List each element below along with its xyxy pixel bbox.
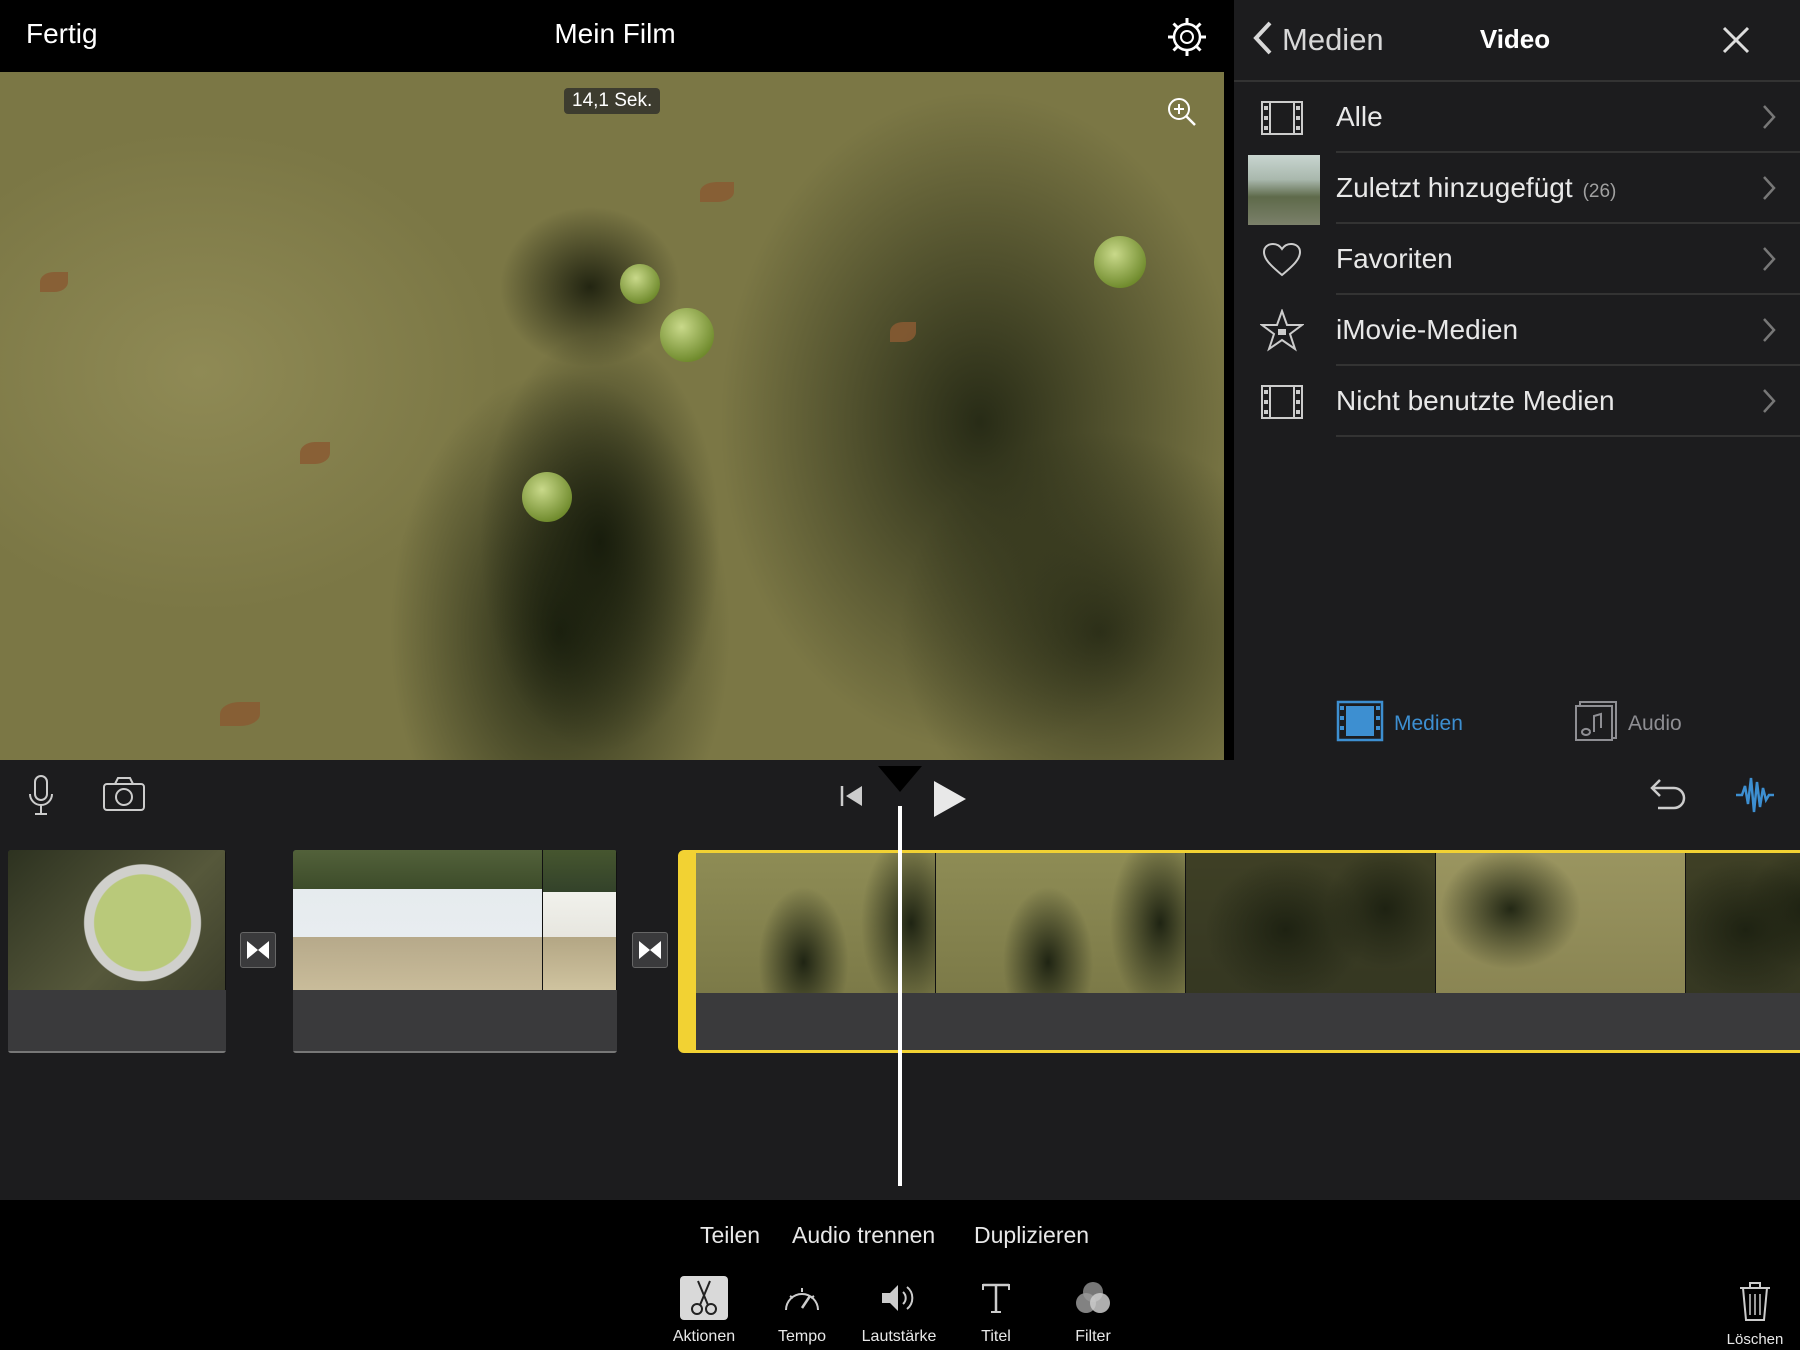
leaf-image <box>700 182 734 202</box>
chevron-right-icon <box>1762 104 1776 130</box>
timeline-clip[interactable] <box>293 850 617 1053</box>
clip-thumbnail <box>8 850 226 990</box>
clip-thumbnail <box>1686 853 1800 993</box>
star-icon <box>1254 303 1310 359</box>
chevron-right-icon <box>1762 246 1776 272</box>
media-row-label: iMovie-Medien <box>1336 314 1519 345</box>
playhead-handle[interactable] <box>878 766 922 792</box>
back-label: Medien <box>1282 22 1384 57</box>
playhead[interactable] <box>898 806 902 1186</box>
leaf-image <box>40 272 68 292</box>
clip-audio-track <box>696 994 1800 1050</box>
trash-icon <box>1710 1280 1800 1327</box>
close-icon[interactable] <box>1720 24 1752 56</box>
clip-thumbnails <box>293 850 617 990</box>
video-preview[interactable] <box>0 72 1224 760</box>
transition-icon[interactable] <box>240 932 276 968</box>
apple-image <box>1094 236 1146 288</box>
heart-icon <box>1254 232 1310 288</box>
detach-audio-button[interactable]: Audio trennen <box>792 1222 935 1249</box>
clip-thumbnails <box>8 850 226 990</box>
tool-label: Titel <box>981 1328 1011 1345</box>
tool-speed[interactable]: Tempo <box>752 1276 852 1346</box>
camera-icon[interactable] <box>102 776 146 817</box>
clip-thumbnail <box>936 853 1186 993</box>
waveform-icon[interactable] <box>1734 774 1776 821</box>
tab-label: Audio <box>1628 711 1682 735</box>
clip-audio-track <box>8 991 226 1053</box>
chevron-right-icon <box>1762 175 1776 201</box>
clip-thumbnail <box>543 850 617 990</box>
clip-thumbnail <box>1186 853 1436 993</box>
speaker-icon <box>875 1276 923 1320</box>
duplicate-button[interactable]: Duplizieren <box>974 1222 1089 1249</box>
media-row-label: Nicht benutzte Medien <box>1336 385 1615 416</box>
tool-label: Lautstärke <box>861 1328 937 1345</box>
selected-timeline-clip[interactable] <box>678 850 1800 1053</box>
film-strip-icon <box>1254 374 1310 430</box>
project-title: Mein Film <box>554 18 676 49</box>
media-row-all[interactable]: Alle <box>1246 82 1800 153</box>
zoom-in-icon[interactable] <box>1162 92 1202 132</box>
item-count: (26) <box>1582 181 1617 202</box>
leaf-image <box>300 442 330 464</box>
tab-media[interactable]: Medien <box>1336 700 1463 747</box>
media-row-recently-added[interactable]: Zuletzt hinzugefügt (26) <box>1246 153 1800 225</box>
gear-icon[interactable] <box>1166 16 1208 58</box>
tool-label: Aktionen <box>672 1328 736 1345</box>
music-note-icon <box>1574 700 1618 747</box>
media-row-imovie-media[interactable]: iMovie-Medien <box>1246 295 1800 366</box>
film-strip-icon <box>1254 90 1310 146</box>
leaf-image <box>890 322 916 342</box>
clip-thumbnail <box>293 850 543 990</box>
media-row-favorites[interactable]: Favoriten <box>1246 224 1800 295</box>
panel-title: Video <box>1479 24 1551 54</box>
tool-label: Filter <box>1075 1328 1111 1345</box>
undo-icon[interactable] <box>1646 774 1688 819</box>
split-button[interactable]: Teilen <box>700 1222 760 1249</box>
apple-image <box>660 308 714 362</box>
clip-thumbnails <box>696 853 1800 993</box>
title-icon <box>972 1276 1020 1320</box>
chevron-left-icon <box>1252 20 1274 61</box>
media-row-unused-media[interactable]: Nicht benutzte Medien <box>1246 366 1800 437</box>
timeline-clip[interactable] <box>8 850 226 1053</box>
tool-label: Tempo <box>777 1328 827 1345</box>
microphone-icon[interactable] <box>26 774 56 823</box>
tool-titles[interactable]: Titel <box>946 1276 1046 1346</box>
tool-actions[interactable]: Aktionen <box>654 1276 754 1346</box>
media-row-label: Zuletzt hinzugefügt <box>1336 172 1573 203</box>
clip-audio-track <box>293 991 617 1053</box>
media-row-label: Alle <box>1336 101 1383 132</box>
apple-image <box>522 472 572 522</box>
tool-filters[interactable]: Filter <box>1043 1276 1143 1346</box>
media-row-label-wrap: Zuletzt hinzugefügt (26) <box>1336 172 1616 204</box>
transition-icon[interactable] <box>632 932 668 968</box>
tool-volume[interactable]: Lautstärke <box>849 1276 949 1346</box>
delete-button[interactable]: Löschen <box>1710 1280 1800 1348</box>
filter-icon <box>1069 1276 1117 1320</box>
recent-thumbnail <box>1248 155 1320 225</box>
duration-label: 14,1 Sek. <box>564 88 661 114</box>
film-strip-icon <box>1336 700 1384 747</box>
divider <box>1336 435 1800 437</box>
back-button[interactable]: Medien <box>1252 18 1384 62</box>
chevron-right-icon <box>1762 388 1776 414</box>
tab-audio[interactable]: Audio <box>1574 700 1682 747</box>
delete-label: Löschen <box>1726 1331 1784 1348</box>
apple-image <box>620 264 660 304</box>
speedometer-icon <box>778 1276 826 1320</box>
clip-thumbnail <box>1436 853 1686 993</box>
scissors-icon <box>680 1276 728 1320</box>
chevron-right-icon <box>1762 317 1776 343</box>
leaf-image <box>220 702 260 726</box>
skip-back-icon[interactable] <box>838 782 866 815</box>
tab-label: Medien <box>1394 711 1463 735</box>
play-icon[interactable] <box>930 778 968 825</box>
media-row-label: Favoriten <box>1336 243 1453 274</box>
